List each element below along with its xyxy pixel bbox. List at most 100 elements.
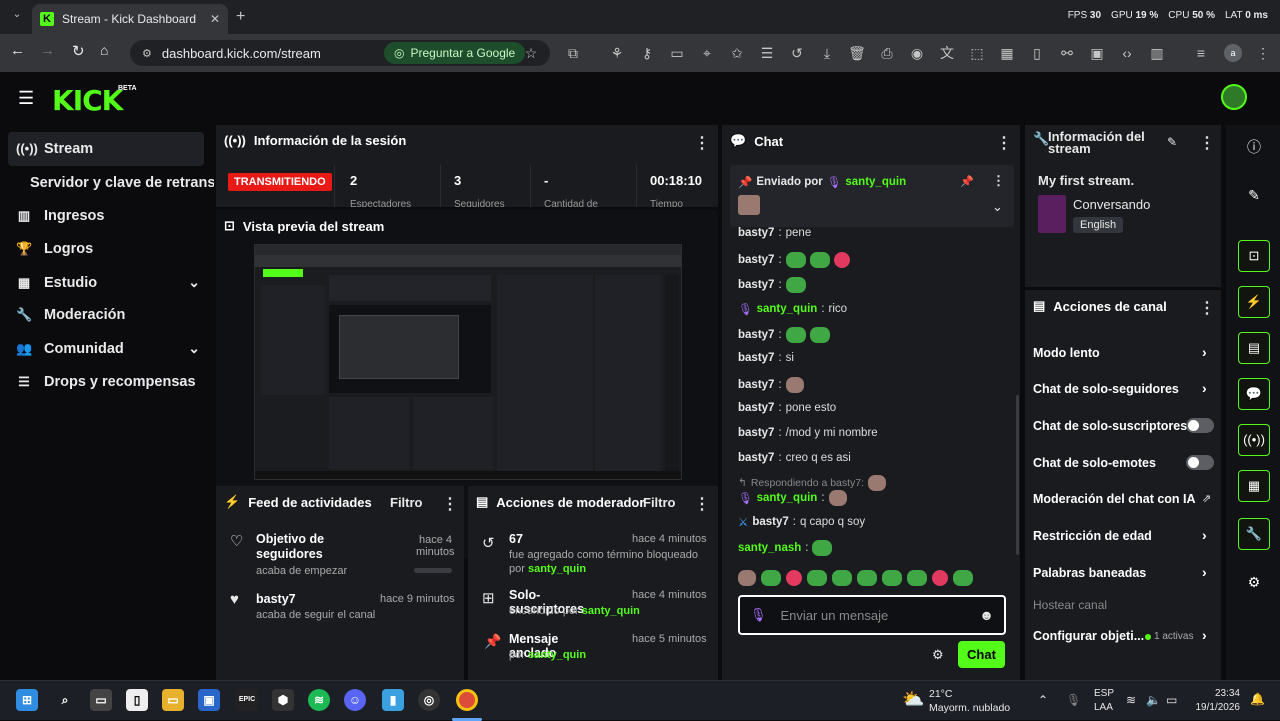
feed-filter-button[interactable]: Filtro <box>390 495 423 510</box>
chevron-right-icon[interactable]: › <box>1202 380 1207 396</box>
emote-icon[interactable] <box>807 570 827 586</box>
screenshot-rail-icon[interactable]: ⊡ <box>1238 240 1270 272</box>
wrench-rail-icon[interactable]: 🔧 <box>1238 518 1270 550</box>
emote-icon[interactable] <box>953 570 973 586</box>
notes-rail-icon[interactable]: ▤ <box>1238 332 1270 364</box>
task-view-icon[interactable]: ▭ <box>90 689 112 711</box>
chevron-right-icon[interactable]: › <box>1202 564 1207 580</box>
broadcast-rail-icon[interactable]: ((•)) <box>1238 424 1270 456</box>
home-icon[interactable]: ⌂ <box>100 42 108 58</box>
link-icon[interactable]: ⚯ <box>1058 44 1076 62</box>
spotify-icon[interactable]: ≋ <box>308 689 330 711</box>
chevron-right-icon[interactable]: › <box>1202 527 1207 543</box>
mod-action-user[interactable]: santy_quin <box>528 563 586 575</box>
key-icon[interactable]: ⚷ <box>638 44 656 62</box>
lens-icon[interactable]: ◉ <box>908 44 926 62</box>
emote-icon[interactable] <box>882 570 902 586</box>
devtools-icon[interactable]: ‹› <box>1118 44 1136 62</box>
edit-icon[interactable]: ✎ <box>1238 179 1270 211</box>
age-restriction-item[interactable]: Restricción de edad <box>1033 529 1152 543</box>
sidebar-item-logros[interactable]: 🏆 Logros <box>16 241 93 257</box>
cast-icon[interactable]: ▣ <box>1088 44 1106 62</box>
emote-icon[interactable] <box>761 570 781 586</box>
widgets-icon[interactable]: ⚙ <box>1238 566 1270 598</box>
clock-time[interactable]: 23:34 <box>1196 688 1240 699</box>
tab-close-icon[interactable]: ✕ <box>210 12 220 26</box>
category-name[interactable]: Conversando <box>1073 197 1150 212</box>
chevron-right-icon[interactable]: › <box>1202 344 1207 360</box>
pinned-user[interactable]: santy_quin <box>845 176 906 188</box>
more-options-icon[interactable]: ⋮ <box>694 494 710 514</box>
emote-icon[interactable] <box>907 570 927 586</box>
sidebar-item-moderacion[interactable]: 🔧 Moderación <box>16 307 125 323</box>
history-icon[interactable]: ↺ <box>788 44 806 62</box>
chat-settings-icon[interactable]: ⚙ <box>932 647 944 663</box>
tab-search-icon[interactable]: ⌄ <box>8 9 26 25</box>
emotes-only-toggle[interactable] <box>1186 455 1214 470</box>
send-chat-button[interactable]: Chat <box>958 641 1005 668</box>
sidebar-item-comunidad[interactable]: 👥 Comunidad ⌄ <box>16 340 200 357</box>
ask-google-button[interactable]: ◎ Preguntar a Google <box>384 42 526 64</box>
profile-avatar[interactable]: a <box>1224 44 1242 62</box>
emote-icon[interactable] <box>832 570 852 586</box>
reader-icon[interactable]: ▯ <box>1028 44 1046 62</box>
sidebar-item-ingresos[interactable]: ▥ Ingresos <box>16 208 105 224</box>
windows-start-icon[interactable]: ⊞ <box>16 689 38 711</box>
expand-chevron-icon[interactable]: ⌄ <box>992 199 1003 215</box>
sidebar-item-stream[interactable]: ((•)) Stream <box>16 141 93 157</box>
mod-action-user[interactable]: santy_quin <box>528 649 586 661</box>
sidebar-item-drops[interactable]: ☰ Drops y recompensas <box>16 374 195 390</box>
chevron-right-icon[interactable]: › <box>1202 627 1207 643</box>
new-tab-icon[interactable]: + <box>236 8 245 26</box>
location-icon[interactable]: ⌖ <box>698 44 716 62</box>
pinned-options-icon[interactable]: ⋮ <box>992 173 1005 189</box>
toolbar-extension-1-icon[interactable]: ⚘ <box>608 44 626 62</box>
app-icon[interactable]: ▮ <box>382 689 404 711</box>
taskbar-search-icon[interactable]: ⌕ <box>54 689 76 711</box>
undo-icon[interactable]: ↺ <box>482 534 495 552</box>
emote-icon[interactable] <box>932 570 948 586</box>
user-avatar[interactable] <box>1221 84 1247 110</box>
emoji-picker-icon[interactable]: ☻ <box>979 607 994 623</box>
clock-date[interactable]: 19/1/2026 <box>1190 702 1241 713</box>
emote-icon[interactable] <box>857 570 877 586</box>
info-icon[interactable]: ⓘ <box>1238 131 1270 163</box>
browser-menu-icon[interactable]: ⋮ <box>1254 44 1272 62</box>
layout-rail-icon[interactable]: ▦ <box>1238 470 1270 502</box>
browser-tab[interactable]: K Stream - Kick Dashboard ✕ <box>32 4 228 34</box>
more-options-icon[interactable]: ⋮ <box>442 494 458 514</box>
more-options-icon[interactable]: ⋮ <box>996 133 1012 153</box>
apps-icon[interactable]: ▦ <box>998 44 1016 62</box>
hamburger-menu-icon[interactable]: ☰ <box>18 88 34 109</box>
battery-icon[interactable]: ▭ <box>1166 693 1177 707</box>
card-icon[interactable]: ▭ <box>668 44 686 62</box>
more-options-icon[interactable]: ⋮ <box>1199 133 1215 153</box>
banned-words-item[interactable]: Palabras baneadas <box>1033 566 1146 580</box>
slow-mode-item[interactable]: Modo lento <box>1033 346 1100 360</box>
obs-icon[interactable]: ⬢ <box>272 689 294 711</box>
reload-icon[interactable]: ↻ <box>72 42 85 60</box>
emote-icon[interactable] <box>738 570 756 586</box>
emote-icon[interactable] <box>786 570 802 586</box>
print-icon[interactable]: ⎙ <box>878 44 896 62</box>
unpin-icon[interactable]: 📌 <box>960 175 974 188</box>
weather-desc[interactable]: Mayorm. nublado <box>929 702 1010 714</box>
sidepanel-icon[interactable]: ▥ <box>1148 44 1166 62</box>
sidebar-item-estudio[interactable]: ▦ Estudio ⌄ <box>16 274 200 291</box>
epic-games-icon[interactable]: EPIC <box>236 689 258 711</box>
translate-icon[interactable]: 文 <box>938 44 956 62</box>
screenshot-icon[interactable]: ⬚ <box>968 44 986 62</box>
language-indicator[interactable]: ESP <box>1094 688 1114 699</box>
notepad-icon[interactable]: ▯ <box>126 689 148 711</box>
file-explorer-icon[interactable]: ▭ <box>162 689 184 711</box>
discord-icon[interactable]: ☺ <box>344 689 366 711</box>
download-icon[interactable]: ⤓ <box>818 44 836 62</box>
chrome-icon[interactable] <box>456 689 478 711</box>
weather-temp[interactable]: 21°C <box>929 688 952 700</box>
app2-icon[interactable]: ◎ <box>418 689 440 711</box>
mic-tray-icon[interactable]: 🎙 <box>1066 693 1081 707</box>
mod-action-user[interactable]: santy_quin <box>582 605 640 617</box>
site-info-icon[interactable]: ⚙ <box>142 47 152 60</box>
chat-rail-icon[interactable]: 💬 <box>1238 378 1270 410</box>
delete-icon[interactable]: 🗑 <box>848 44 866 62</box>
